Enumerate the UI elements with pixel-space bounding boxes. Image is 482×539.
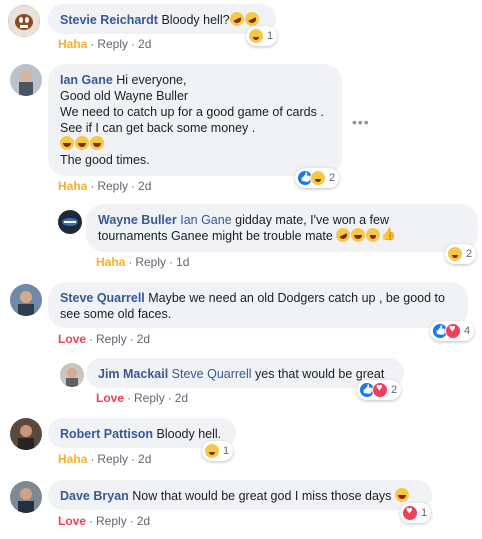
comment-text-2: tournaments Ganee might be trouble mate [98,229,337,243]
reaction-summary[interactable]: 4 [430,321,475,341]
haha-reaction-icon [447,246,463,262]
comment-line: Good old Wayne Buller [60,89,189,103]
comment-line: We need to catch up for a good game of c… [60,105,324,119]
timestamp[interactable]: 2d [138,179,151,193]
mention-link[interactable]: Ian Gane [180,213,231,227]
comment-bubble: Wayne Buller Ian Gane gidday mate, I've … [86,204,478,252]
rofl-emoji-icon [334,225,353,245]
avatar[interactable] [58,210,82,234]
comment-text-2: see some old faces. [60,307,172,321]
reaction-link[interactable]: Love [58,514,86,528]
reply-link[interactable]: Reply [96,514,127,528]
laughing-emoji-icon [351,228,366,242]
reaction-link[interactable]: Haha [96,255,125,269]
avatar[interactable] [10,64,42,96]
comment-actions: Haha · Reply · 1d [96,255,190,269]
reply-link[interactable]: Reply [97,452,128,466]
comment-author[interactable]: Jim Mackail [98,367,168,381]
more-options-icon[interactable]: ••• [352,114,370,130]
comment-bubble: Ian Gane Hi everyone, Good old Wayne Bul… [48,64,342,176]
reaction-link[interactable]: Haha [58,179,87,193]
comment-actions: Haha · Reply · 2d [58,37,152,51]
love-reaction-icon [445,323,461,339]
reply-link[interactable]: Reply [97,179,128,193]
laughing-emoji-icon [394,488,409,502]
reply-link[interactable]: Reply [134,391,165,405]
reaction-summary[interactable]: 2 [357,380,402,400]
comment-line: See if I can get back some money . [60,121,256,135]
haha-reaction-icon [204,443,220,459]
comment-text: Now that would be great god I miss those… [128,489,395,503]
reaction-count: 1 [421,507,428,519]
timestamp[interactable]: 2d [137,514,150,528]
reply-link[interactable]: Reply [96,332,127,346]
reaction-count: 4 [464,325,471,337]
reaction-count: 2 [329,172,336,184]
comment-actions: Haha · Reply · 2d [58,179,152,193]
avatar[interactable] [8,5,40,37]
comment-text: Bloody hell? [161,13,230,27]
comment-text: Bloody hell. [153,427,222,441]
reaction-link[interactable]: Love [96,391,124,405]
mention-link[interactable]: Steve Quarrell [172,367,252,381]
timestamp[interactable]: 2d [138,452,151,466]
reaction-summary[interactable]: 1 [246,26,278,46]
comment-bubble: Jim Mackail Steve Quarrell yes that woul… [86,358,404,388]
reaction-link[interactable]: Haha [58,452,87,466]
timestamp[interactable]: 2d [137,332,150,346]
laughing-emoji-icon [90,136,104,150]
timestamp[interactable]: 1d [176,255,189,269]
laughing-emoji-icon [75,136,89,150]
comment-actions: Love · Reply · 2d [58,514,151,528]
love-reaction-icon [402,505,418,521]
reaction-summary[interactable]: 2 [445,244,477,264]
rofl-emoji-icon [227,9,246,29]
comment-actions: Haha · Reply · 2d [58,452,152,466]
avatar[interactable] [10,418,42,450]
reaction-count: 2 [466,248,473,260]
reply-link[interactable]: Reply [97,37,128,51]
reply-link[interactable]: Reply [135,255,166,269]
reaction-summary[interactable]: 1 [202,441,234,461]
comment-actions: Love · Reply · 2d [58,332,151,346]
thumbs-up-emoji-icon [381,226,396,242]
reaction-count: 1 [267,30,274,42]
comment-bubble: Dave Bryan Now that would be great god I… [48,480,432,510]
comment-bubble: Stevie Reichardt Bloody hell? [48,4,276,34]
timestamp[interactable]: 2d [175,391,188,405]
comment-text: yes that would be great [251,367,385,381]
comment-author[interactable]: Robert Pattison [60,427,153,441]
reaction-summary[interactable]: 2 [295,168,340,188]
winking-emoji-icon [366,228,381,242]
comment-author[interactable]: Steve Quarrell [60,291,145,305]
reaction-count: 1 [223,445,230,457]
comment-author[interactable]: Wayne Buller [98,213,177,227]
comment-author[interactable]: Ian Gane [60,73,113,87]
reaction-count: 2 [391,384,398,396]
laughing-emoji-icon [60,136,74,150]
comment-bubble: Steve Quarrell Maybe we need an old Dodg… [48,282,468,328]
comment-text: Maybe we need an old Dodgers catch up , … [144,291,445,305]
avatar[interactable] [10,284,42,316]
love-reaction-icon [372,382,388,398]
comment-author[interactable]: Dave Bryan [60,489,129,503]
comment-line: Hi everyone, [116,73,187,87]
comment-text: gidday mate, I've won a few [231,213,389,227]
avatar[interactable] [60,363,84,387]
comment-author[interactable]: Stevie Reichardt [60,13,158,27]
comment-line: The good times. [60,153,150,167]
avatar[interactable] [10,481,42,513]
comment-actions: Love · Reply · 2d [96,391,189,405]
timestamp[interactable]: 2d [138,37,151,51]
reaction-link[interactable]: Haha [58,37,87,51]
reaction-link[interactable]: Love [58,332,86,346]
haha-reaction-icon [310,170,326,186]
reaction-summary[interactable]: 1 [400,503,432,523]
haha-reaction-icon [248,28,264,44]
